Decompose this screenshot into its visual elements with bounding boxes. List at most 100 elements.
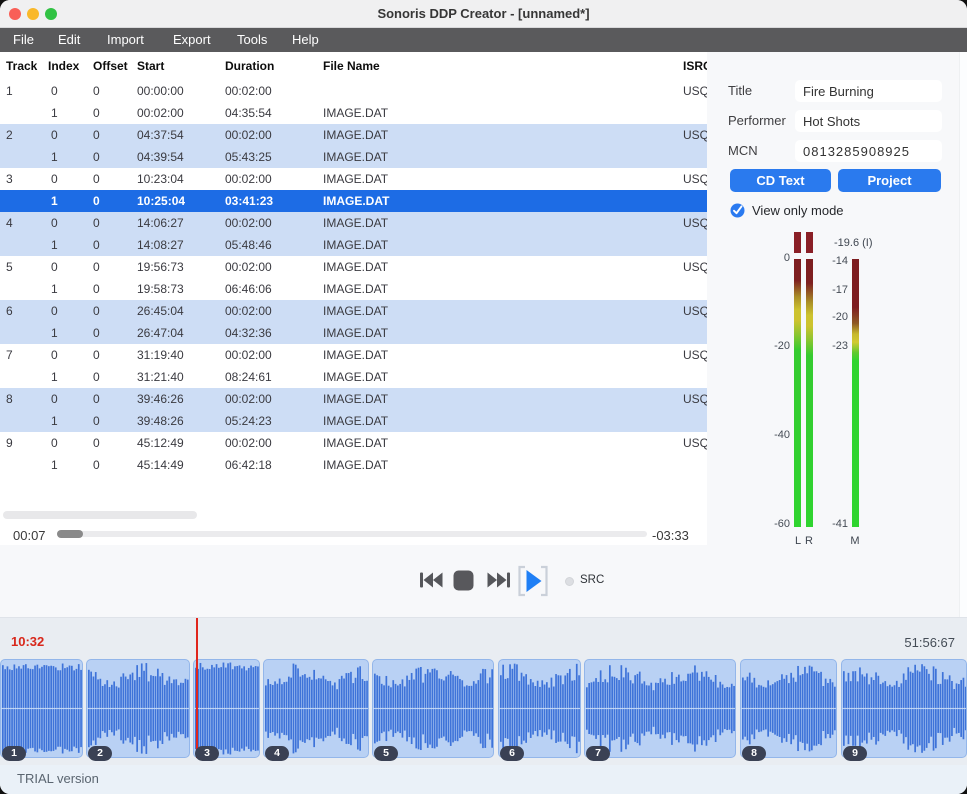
menu-item-file[interactable]: File <box>13 28 34 52</box>
table-row[interactable]: 1010:25:0403:41:23IMAGE.DAT <box>0 190 707 212</box>
table-row[interactable]: 30010:23:0400:02:00IMAGE.DATUSQ <box>0 168 707 190</box>
column-header-track[interactable]: Track <box>0 52 42 80</box>
cell-isrc: USQ <box>677 300 707 322</box>
table-row[interactable]: 1039:48:2605:24:23IMAGE.DAT <box>0 410 707 432</box>
waveform-timeline: 10:32 51:56:67 123456789 <box>0 617 967 765</box>
seek-thumb[interactable] <box>57 530 83 538</box>
cell-start: 14:06:27 <box>131 212 219 234</box>
play-button[interactable] <box>518 565 548 600</box>
column-header-start[interactable]: Start <box>131 52 219 80</box>
waveform-track-block[interactable] <box>498 659 581 758</box>
cell-duration: 03:41:23 <box>219 190 317 212</box>
cell-index: 0 <box>42 432 87 454</box>
table-row[interactable]: 10000:00:0000:02:00USQ <box>0 80 707 102</box>
table-row[interactable]: 50019:56:7300:02:00IMAGE.DATUSQ <box>0 256 707 278</box>
cell-index: 0 <box>42 388 87 410</box>
waveform-track-block[interactable] <box>372 659 494 758</box>
status-text: TRIAL version <box>17 771 99 786</box>
cell-track <box>0 190 42 212</box>
cell-index: 1 <box>42 278 87 300</box>
cell-duration: 05:24:23 <box>219 410 317 432</box>
cell-isrc <box>677 146 707 168</box>
vertical-scrollbar-track[interactable] <box>959 52 967 617</box>
menu-item-help[interactable]: Help <box>292 28 319 52</box>
cell-offset: 0 <box>87 146 131 168</box>
menu-item-import[interactable]: Import <box>107 28 144 52</box>
table-row[interactable]: 70031:19:4000:02:00IMAGE.DATUSQ <box>0 344 707 366</box>
menu-item-edit[interactable]: Edit <box>58 28 80 52</box>
cell-index: 1 <box>42 190 87 212</box>
cell-isrc <box>677 410 707 432</box>
cell-duration: 05:48:46 <box>219 234 317 256</box>
table-row[interactable]: 20004:37:5400:02:00IMAGE.DATUSQ <box>0 124 707 146</box>
horizontal-scrollbar[interactable] <box>3 511 197 519</box>
cell-index: 1 <box>42 410 87 432</box>
playhead-cursor[interactable] <box>196 618 198 758</box>
table-row[interactable]: 1026:47:0404:32:36IMAGE.DAT <box>0 322 707 344</box>
column-header-index[interactable]: Index <box>42 52 87 80</box>
title-input[interactable] <box>795 80 942 102</box>
cell-track <box>0 322 42 344</box>
waveform-track-block[interactable] <box>0 659 83 758</box>
cell-track: 9 <box>0 432 42 454</box>
playhead-time: 10:32 <box>11 634 44 649</box>
cell-offset: 0 <box>87 190 131 212</box>
track-number-badge: 9 <box>843 746 867 761</box>
table-row[interactable]: 90045:12:4900:02:00IMAGE.DATUSQ <box>0 432 707 454</box>
cell-isrc: USQ <box>677 168 707 190</box>
cell-index: 0 <box>42 256 87 278</box>
waveform-track-block[interactable] <box>841 659 967 758</box>
seek-slider[interactable] <box>57 531 647 537</box>
table-row[interactable]: 1014:08:2705:48:46IMAGE.DAT <box>0 234 707 256</box>
table-row[interactable]: 1004:39:5405:43:25IMAGE.DAT <box>0 146 707 168</box>
cell-index: 1 <box>42 102 87 124</box>
waveform-track-block[interactable] <box>740 659 837 758</box>
column-header-duration[interactable]: Duration <box>219 52 317 80</box>
menu-item-tools[interactable]: Tools <box>237 28 267 52</box>
view-only-mode-toggle[interactable]: View only mode <box>730 202 844 218</box>
cell-isrc <box>677 454 707 476</box>
table-row[interactable]: 60026:45:0400:02:00IMAGE.DATUSQ <box>0 300 707 322</box>
table-row[interactable]: 80039:46:2600:02:00IMAGE.DATUSQ <box>0 388 707 410</box>
stop-button[interactable] <box>453 570 474 594</box>
project-button[interactable]: Project <box>838 169 941 192</box>
waveform-track-block[interactable] <box>86 659 190 758</box>
table-row[interactable]: 1031:21:4008:24:61IMAGE.DAT <box>0 366 707 388</box>
cell-duration: 00:02:00 <box>219 80 317 102</box>
column-header-isrc[interactable]: ISRC <box>677 52 707 80</box>
elapsed-time: 00:07 <box>13 528 46 543</box>
cell-start: 45:14:49 <box>131 454 219 476</box>
cell-file: IMAGE.DAT <box>317 432 677 454</box>
cell-offset: 0 <box>87 102 131 124</box>
waveform-track-block[interactable] <box>263 659 369 758</box>
cell-duration: 00:02:00 <box>219 256 317 278</box>
cell-isrc <box>677 234 707 256</box>
integrated-loudness-value: -19.6 (I) <box>834 237 873 249</box>
cell-track <box>0 234 42 256</box>
table-row[interactable]: 40014:06:2700:02:00IMAGE.DATUSQ <box>0 212 707 234</box>
cell-start: 04:37:54 <box>131 124 219 146</box>
waveform-track-block[interactable] <box>193 659 260 758</box>
waveform-track-block[interactable] <box>584 659 736 758</box>
lr-scale-tick: -20 <box>760 340 790 353</box>
table-row[interactable]: 1019:58:7306:46:06IMAGE.DAT <box>0 278 707 300</box>
menu-item-export[interactable]: Export <box>173 28 211 52</box>
table-row[interactable]: 1000:02:0004:35:54IMAGE.DAT <box>0 102 707 124</box>
cell-start: 26:45:04 <box>131 300 219 322</box>
column-header-file[interactable]: File Name <box>317 52 677 80</box>
cell-start: 10:23:04 <box>131 168 219 190</box>
skip-back-button[interactable] <box>419 571 443 592</box>
cell-offset: 0 <box>87 410 131 432</box>
cell-track: 5 <box>0 256 42 278</box>
table-row[interactable]: 1045:14:4906:42:18IMAGE.DAT <box>0 454 707 476</box>
cell-file: IMAGE.DAT <box>317 410 677 432</box>
mcn-input[interactable] <box>795 140 942 162</box>
performer-input[interactable] <box>795 110 942 132</box>
m-scale-tick: -14 <box>818 255 848 268</box>
cell-offset: 0 <box>87 388 131 410</box>
cell-isrc: USQ <box>677 80 707 102</box>
cell-index: 0 <box>42 124 87 146</box>
skip-forward-button[interactable] <box>487 571 511 592</box>
column-header-offset[interactable]: Offset <box>87 52 131 80</box>
cd-text-button[interactable]: CD Text <box>730 169 831 192</box>
